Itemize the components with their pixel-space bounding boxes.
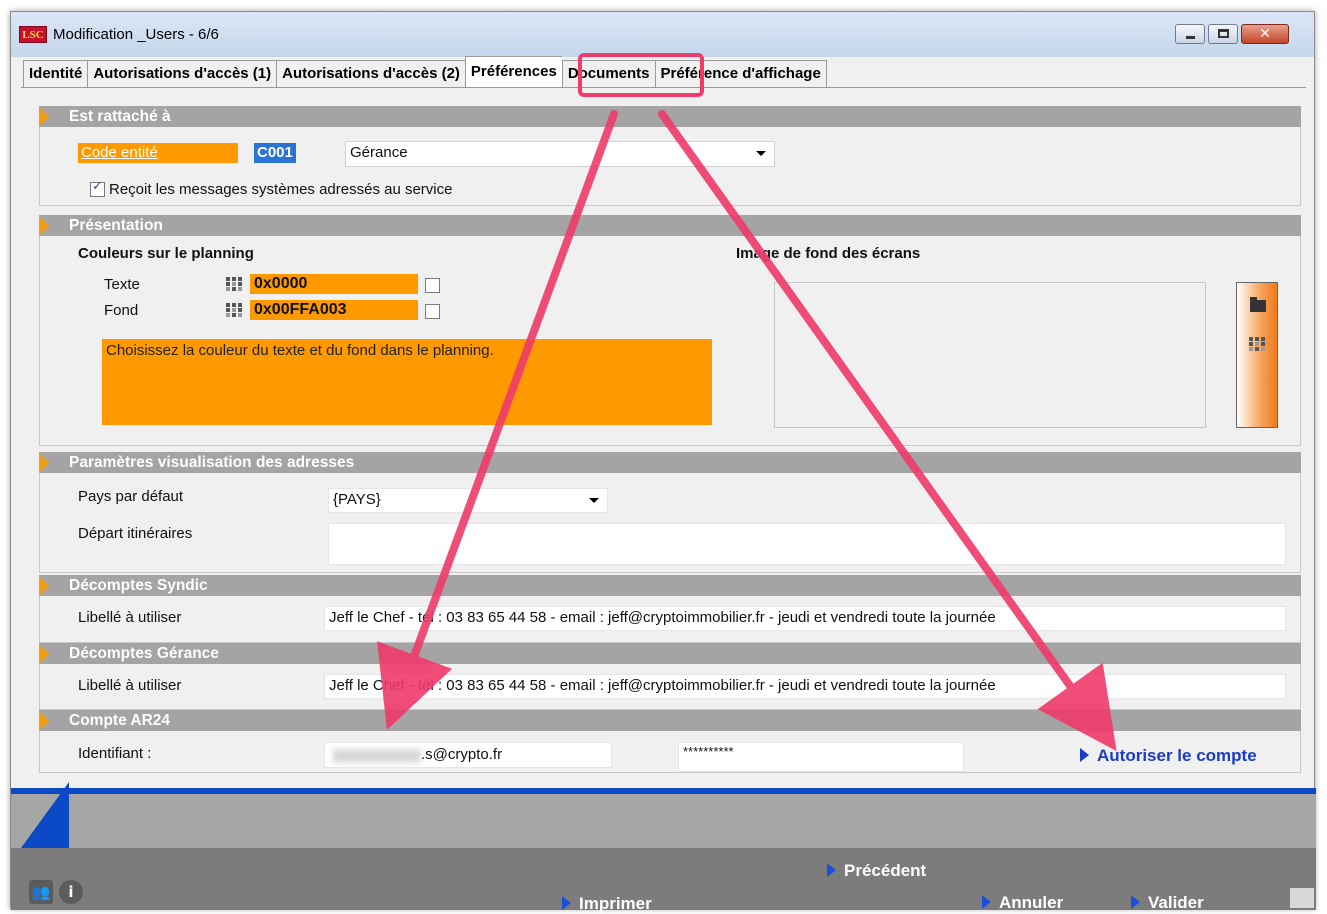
section-title: Décomptes Syndic xyxy=(69,577,208,594)
section-body-gerance: Libellé à utiliser Jeff le Chef - tél : … xyxy=(39,664,1301,710)
palette-icon[interactable] xyxy=(226,277,242,291)
code-entite-value[interactable]: C001 xyxy=(254,143,296,163)
section-body-ar24: Identifiant : .s@crypto.fr ********** Au… xyxy=(39,731,1301,773)
section-header-adresses: Paramètres visualisation des adresses xyxy=(39,452,1301,473)
info-icon[interactable]: i xyxy=(59,880,83,904)
play-icon xyxy=(827,863,836,877)
system-messages-label: Reçoit les messages systèmes adressés au… xyxy=(109,181,453,198)
play-icon xyxy=(562,896,571,910)
cancel-label: Annuler xyxy=(999,893,1064,912)
print-label: Imprimer xyxy=(579,894,652,913)
ar24-id-label: Identifiant : xyxy=(78,745,152,762)
close-button[interactable]: ✕ xyxy=(1241,24,1289,44)
text-color-checkbox[interactable] xyxy=(425,278,440,293)
close-icon: ✕ xyxy=(1259,26,1271,42)
image-heading: Image de fond des écrans xyxy=(736,245,921,262)
tab-bar: Identité Autorisations d'accès (1) Autor… xyxy=(23,56,827,88)
window-title: Modification _Users - 6/6 xyxy=(53,26,219,43)
section-body-rattachement: Code entité C001 Gérance Reçoit les mess… xyxy=(39,127,1301,206)
section-header-presentation: Présentation xyxy=(39,215,1301,236)
play-icon xyxy=(1080,748,1089,762)
palette-icon[interactable] xyxy=(1249,337,1265,351)
section-header-rattachement: Est rattaché à xyxy=(39,106,1301,127)
minimize-icon xyxy=(1186,36,1195,39)
title-bar: LSC Modification _Users - 6/6 ✕ xyxy=(11,12,1314,57)
tab-preferences[interactable]: Préférences xyxy=(464,56,562,88)
tab-autorisations-1[interactable]: Autorisations d'accès (1) xyxy=(87,60,277,88)
section-title: Compte AR24 xyxy=(69,712,171,729)
chevron-right-icon xyxy=(39,107,49,127)
section-header-gerance: Décomptes Gérance xyxy=(39,643,1301,664)
section-body-syndic: Libellé à utiliser Jeff le Chef - tél : … xyxy=(39,596,1301,643)
depart-field[interactable] xyxy=(328,523,1286,565)
minimize-button[interactable] xyxy=(1175,24,1205,44)
play-icon xyxy=(982,895,991,909)
users-icon[interactable]: 👥 xyxy=(29,880,53,904)
maximize-icon xyxy=(1218,29,1229,38)
country-combobox[interactable]: {PAYS} xyxy=(328,488,608,513)
authorize-account-link[interactable]: Autoriser le compte xyxy=(1080,746,1257,766)
blurred-username xyxy=(333,749,421,763)
tab-autorisations-2[interactable]: Autorisations d'accès (2) xyxy=(276,60,465,88)
validate-button[interactable]: Valider xyxy=(1131,893,1204,913)
section-header-ar24: Compte AR24 xyxy=(39,710,1301,731)
section-header-syndic: Décomptes Syndic xyxy=(39,575,1301,596)
footer-bar: Précédent Imprimer Annuler Valider 👥 i xyxy=(11,848,1316,913)
chevron-down-icon xyxy=(756,151,766,156)
app-logo: LSC xyxy=(19,26,47,43)
gerance-label: Libellé à utiliser xyxy=(78,677,182,694)
previous-button[interactable]: Précédent xyxy=(827,861,926,881)
image-tools xyxy=(1236,282,1278,428)
folder-icon[interactable] xyxy=(1250,297,1266,312)
ar24-id-value: .s@crypto.fr xyxy=(421,746,503,763)
text-color-field[interactable]: 0x0000 xyxy=(250,274,418,294)
syndic-label: Libellé à utiliser xyxy=(78,609,182,626)
colors-heading: Couleurs sur le planning xyxy=(78,245,254,262)
play-icon xyxy=(1131,895,1140,909)
cancel-button[interactable]: Annuler xyxy=(982,893,1063,913)
tab-identite[interactable]: Identité xyxy=(23,60,88,88)
section-body-presentation: Couleurs sur le planning Texte 0x0000 Fo… xyxy=(39,236,1301,446)
gerance-field[interactable]: Jeff le Chef - tél : 03 83 65 44 58 - em… xyxy=(324,674,1286,699)
section-title: Est rattaché à xyxy=(69,108,171,125)
country-value: {PAYS} xyxy=(333,491,381,508)
ar24-password-field[interactable]: ********** xyxy=(678,742,964,772)
fond-color-field[interactable]: 0x00FFA003 xyxy=(250,300,418,320)
palette-icon[interactable] xyxy=(226,303,242,317)
chevron-right-icon xyxy=(39,216,49,236)
chevron-right-icon xyxy=(39,576,49,596)
annotation-highlight-box xyxy=(578,53,704,97)
entity-combobox[interactable]: Gérance xyxy=(345,141,775,167)
previous-page-corner[interactable] xyxy=(21,782,69,848)
chevron-down-icon xyxy=(589,498,599,503)
main-window: LSC Modification _Users - 6/6 ✕ Identité… xyxy=(10,11,1316,913)
validate-label: Valider xyxy=(1148,893,1204,912)
section-title: Présentation xyxy=(69,217,163,234)
ar24-id-field[interactable]: .s@crypto.fr xyxy=(324,742,612,768)
fond-color-checkbox[interactable] xyxy=(425,304,440,319)
syndic-field[interactable]: Jeff le Chef - tél : 03 83 65 44 58 - em… xyxy=(324,606,1286,631)
chevron-right-icon xyxy=(39,453,49,473)
fond-color-label: Fond xyxy=(104,302,139,319)
chevron-right-icon xyxy=(39,644,49,664)
color-note: Choisissez la couleur du texte et du fon… xyxy=(102,339,712,425)
print-button[interactable]: Imprimer xyxy=(562,894,652,914)
text-color-label: Texte xyxy=(104,276,140,293)
entity-value: Gérance xyxy=(350,144,408,161)
section-body-adresses: Pays par défaut {PAYS} Départ itinéraire… xyxy=(39,473,1301,573)
system-messages-checkbox[interactable] xyxy=(90,179,105,197)
section-title: Paramètres visualisation des adresses xyxy=(69,454,355,471)
code-entite-label[interactable]: Code entité xyxy=(78,143,238,163)
chevron-right-icon xyxy=(39,711,49,731)
depart-label: Départ itinéraires xyxy=(78,525,193,542)
section-title: Décomptes Gérance xyxy=(69,645,219,662)
background-image-preview[interactable] xyxy=(774,282,1206,428)
country-label: Pays par défaut xyxy=(78,488,184,505)
previous-label: Précédent xyxy=(844,861,927,880)
resize-grip-icon[interactable] xyxy=(1290,888,1314,908)
authorize-account-label: Autoriser le compte xyxy=(1097,746,1257,765)
maximize-button[interactable] xyxy=(1208,24,1238,44)
